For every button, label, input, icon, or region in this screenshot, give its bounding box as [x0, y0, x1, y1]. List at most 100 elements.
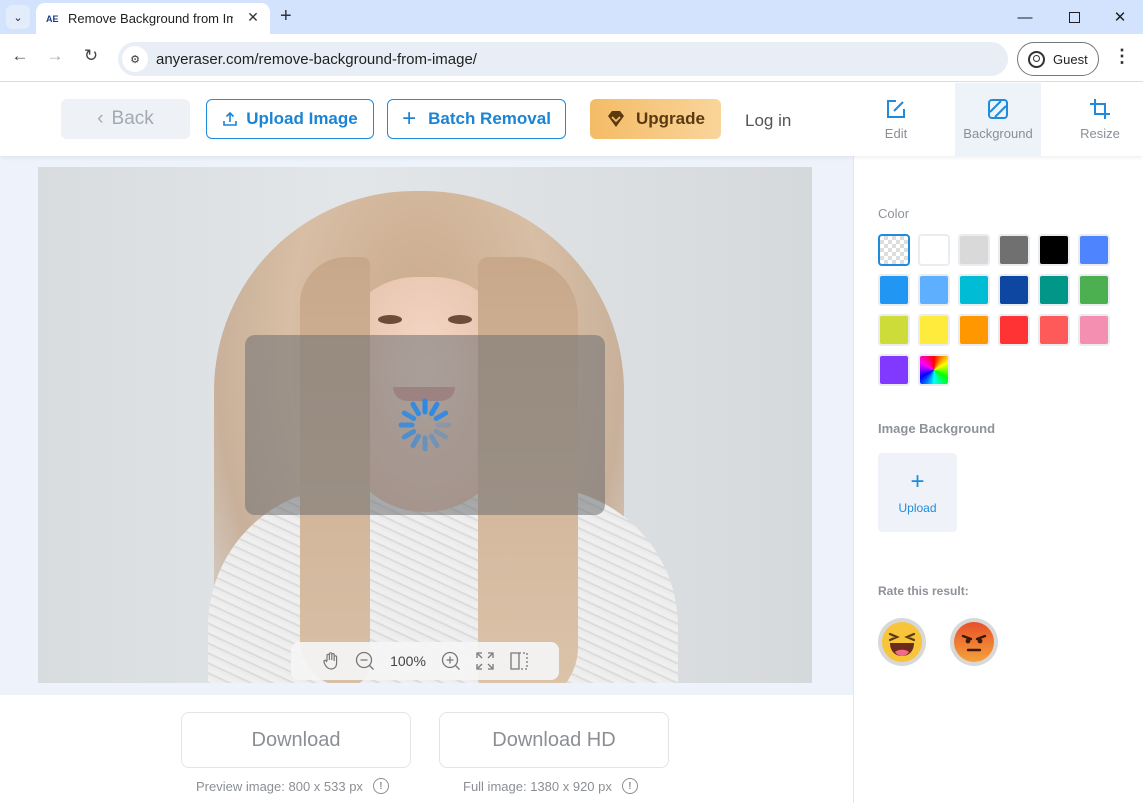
tab-background-label: Background [963, 126, 1033, 141]
back-label: Back [111, 108, 154, 129]
upload-icon [223, 111, 238, 126]
color-swatch-pink[interactable] [1078, 314, 1110, 346]
tab-resize[interactable]: Resize [1057, 83, 1143, 156]
chevron-down-icon: ⌄ [13, 11, 23, 24]
rate-good-button[interactable] [878, 618, 926, 666]
profile-button[interactable]: Guest [1017, 42, 1099, 76]
download-button[interactable]: Download [181, 712, 411, 768]
color-swatch-custom-rainbow[interactable] [918, 354, 950, 386]
profile-label: Guest [1053, 51, 1088, 67]
color-swatch-blue[interactable] [1078, 234, 1110, 266]
fit-screen-icon[interactable] [474, 650, 496, 672]
rate-result-label: Rate this result: [878, 584, 969, 598]
color-swatch-coral[interactable] [1038, 314, 1070, 346]
color-swatch-teal[interactable] [1038, 274, 1070, 306]
compare-split-icon[interactable] [508, 650, 530, 672]
color-swatch-gray[interactable] [998, 234, 1030, 266]
upload-image-label: Upload Image [246, 109, 358, 128]
spinner-segment [433, 429, 449, 440]
back-arrow-icon[interactable]: ← [8, 46, 32, 66]
loading-spinner-icon [398, 398, 452, 452]
spinner-segment [401, 429, 417, 440]
spinner-segment [429, 401, 440, 417]
info-icon[interactable]: ! [372, 778, 389, 794]
spinner-segment [410, 433, 421, 449]
color-swatch-white[interactable] [918, 234, 950, 266]
browser-tab[interactable]: AE Remove Background from Im ✕ [36, 3, 270, 34]
plus-icon: + [402, 105, 417, 132]
uploaded-photo[interactable]: 100% [38, 167, 812, 683]
laughing-face-icon [882, 622, 922, 662]
full-size-text: Full image: 1380 x 920 px [463, 778, 612, 794]
login-link[interactable]: Log in [745, 111, 791, 131]
upload-background-button[interactable]: + Upload [878, 453, 957, 532]
color-swatch-yellow[interactable] [918, 314, 950, 346]
sidebar-divider [853, 156, 854, 803]
favicon-icon: AE [46, 13, 59, 24]
reload-icon[interactable]: ↻ [79, 46, 103, 66]
color-swatch-purple[interactable] [878, 354, 910, 386]
color-swatch-lime[interactable] [878, 314, 910, 346]
address-bar[interactable]: ⚙ anyeraser.com/remove-background-from-i… [118, 42, 1008, 76]
zoom-toolbar: 100% [291, 642, 559, 680]
back-button[interactable]: ‹ Back [61, 99, 190, 139]
forward-arrow-icon[interactable]: → [43, 46, 67, 66]
color-swatch-dark-blue[interactable] [998, 274, 1030, 306]
preview-size-note: Preview image: 800 x 533 px ! [196, 778, 389, 794]
minimize-button[interactable]: — [1005, 4, 1045, 30]
crop-icon [1090, 99, 1110, 119]
tab-title: Remove Background from Im [68, 11, 233, 26]
color-swatch-orange[interactable] [958, 314, 990, 346]
batch-removal-button[interactable]: + Batch Removal [387, 99, 566, 139]
upload-image-button[interactable]: Upload Image [206, 99, 374, 139]
url-text[interactable]: anyeraser.com/remove-background-from-ima… [156, 51, 477, 68]
zoom-out-icon[interactable] [354, 650, 376, 672]
color-swatch-red[interactable] [998, 314, 1030, 346]
upload-background-label: Upload [898, 500, 937, 515]
tab-search-button[interactable]: ⌄ [6, 5, 30, 29]
color-swatch-black[interactable] [1038, 234, 1070, 266]
info-icon[interactable]: ! [621, 778, 638, 794]
photo-eye-left [378, 315, 402, 324]
close-tab-icon[interactable]: ✕ [244, 9, 262, 26]
upgrade-button[interactable]: Upgrade [590, 99, 721, 139]
browser-toolbar: ← → ↻ ⚙ anyeraser.com/remove-background-… [0, 34, 1143, 82]
color-swatch-grid [878, 234, 1118, 386]
spinner-segment [410, 401, 421, 417]
hand-pan-icon[interactable] [320, 650, 342, 672]
zoom-in-icon[interactable] [440, 650, 462, 672]
photo-eye-right [448, 315, 472, 324]
browser-menu-icon[interactable]: ⋮ [1113, 46, 1131, 67]
spinner-segment [433, 410, 449, 421]
zoom-level: 100% [390, 653, 426, 669]
profile-icon [1028, 50, 1045, 68]
close-window-button[interactable]: ✕ [1100, 4, 1140, 30]
image-workspace: 100% [0, 156, 853, 695]
color-swatch-sky-blue[interactable] [878, 274, 910, 306]
app-header: ‹ Back Upload Image + Batch Removal Upgr… [0, 83, 1143, 156]
full-size-note: Full image: 1380 x 920 px ! [463, 778, 638, 794]
spinner-segment [401, 410, 417, 421]
color-section-label: Color [878, 206, 910, 221]
plus-icon: + [910, 467, 925, 495]
spinner-segment [429, 433, 440, 449]
maximize-button[interactable] [1054, 4, 1094, 30]
processing-overlay [245, 335, 605, 515]
color-swatch-transparent[interactable] [878, 234, 910, 266]
tab-edit[interactable]: Edit [853, 83, 939, 156]
tab-background[interactable]: Background [955, 83, 1041, 156]
tab-edit-label: Edit [884, 126, 908, 141]
color-swatch-cyan[interactable] [958, 274, 990, 306]
image-background-label: Image Background [878, 421, 996, 436]
color-swatch-green[interactable] [1078, 274, 1110, 306]
rate-bad-button[interactable] [950, 618, 998, 666]
site-settings-icon[interactable]: ⚙ [122, 46, 148, 72]
chevron-left-icon: ‹ [97, 108, 104, 129]
color-swatch-light-blue[interactable] [918, 274, 950, 306]
tab-resize-label: Resize [1080, 126, 1120, 141]
diamond-icon [608, 111, 625, 127]
new-tab-button[interactable]: + [280, 5, 292, 27]
color-swatch-light-gray[interactable] [958, 234, 990, 266]
preview-size-text: Preview image: 800 x 533 px [196, 778, 363, 794]
download-hd-button[interactable]: Download HD [439, 712, 669, 768]
